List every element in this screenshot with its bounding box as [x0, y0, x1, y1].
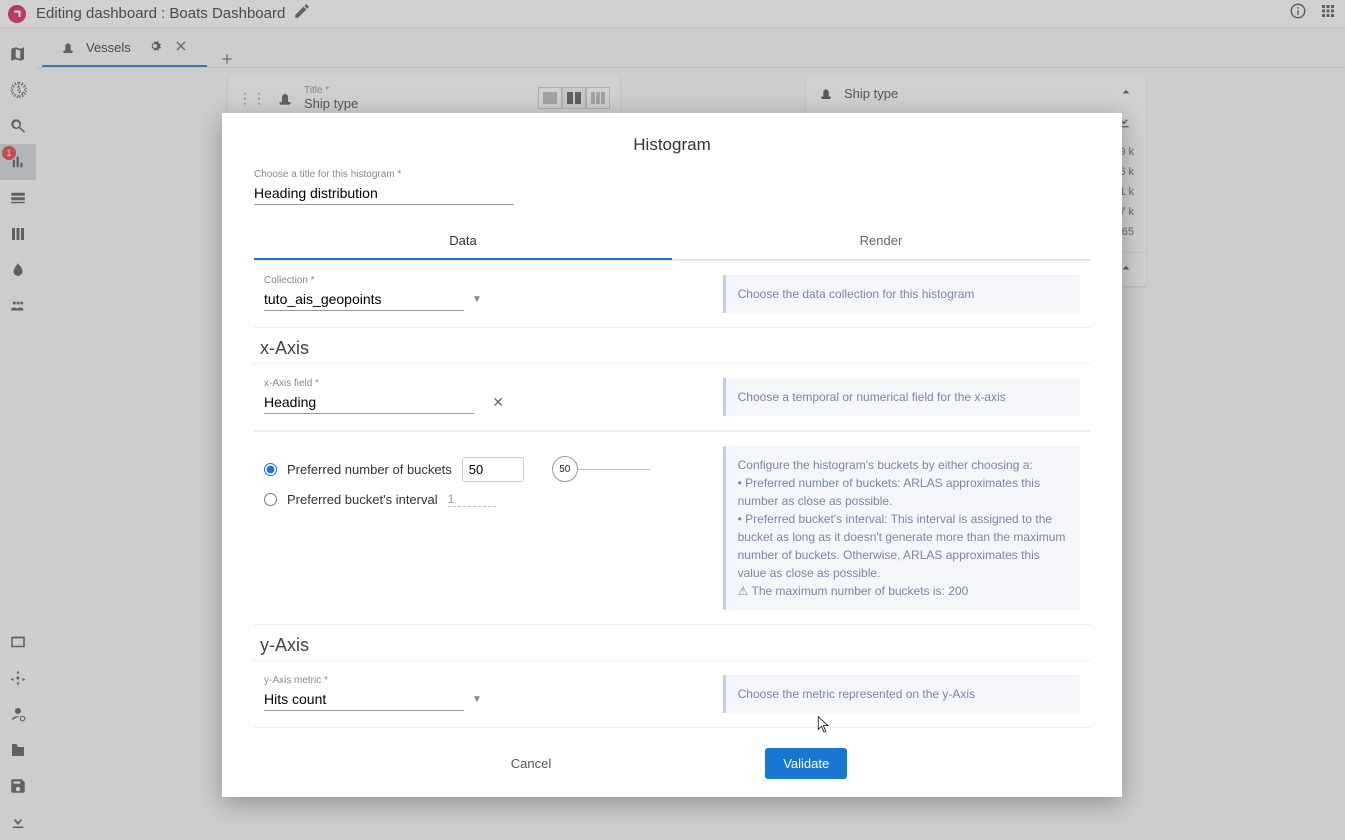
yaxis-metric-label: y-Axis metric * [264, 675, 705, 686]
collection-label: Collection * [264, 275, 705, 286]
xaxis-field-hint: Choose a temporal or numerical field for… [723, 378, 1080, 416]
slider-track [578, 469, 650, 470]
tab-data[interactable]: Data [254, 223, 672, 260]
xaxis-heading: x-Axis [254, 328, 1090, 363]
yaxis-hint: Choose the metric represented on the y-A… [723, 675, 1080, 713]
radio-interval[interactable] [264, 493, 277, 506]
chevron-down-icon[interactable]: ▼ [472, 694, 482, 705]
slider-knob[interactable]: 50 [552, 456, 578, 482]
yaxis-metric-select[interactable] [264, 688, 464, 711]
xaxis-field-label: x-Axis field * [264, 378, 705, 389]
hist-title-label: Choose a title for this histogram * [254, 169, 1090, 180]
cancel-button[interactable]: Cancel [497, 748, 565, 779]
modal-title: Histogram [222, 113, 1122, 169]
buckets-slider[interactable]: 50 [552, 456, 650, 482]
radio-interval-label: Preferred bucket's interval [287, 492, 438, 507]
histogram-modal: Histogram Choose a title for this histog… [222, 113, 1122, 797]
xaxis-field-input[interactable] [264, 391, 474, 414]
collection-hint: Choose the data collection for this hist… [723, 275, 1080, 313]
interval-input [448, 492, 496, 507]
clear-icon[interactable]: ✕ [492, 394, 504, 411]
validate-button[interactable]: Validate [765, 748, 847, 779]
yaxis-heading: y-Axis [254, 625, 1090, 660]
hist-title-input[interactable] [254, 182, 514, 205]
buckets-hint: Configure the histogram's buckets by eit… [723, 446, 1080, 610]
radio-buckets[interactable] [264, 463, 277, 476]
modal-tabs: Data Render [254, 223, 1090, 260]
radio-buckets-label: Preferred number of buckets [287, 462, 452, 477]
buckets-count-input[interactable] [462, 457, 524, 482]
collection-select[interactable] [264, 288, 464, 311]
chevron-down-icon[interactable]: ▼ [472, 294, 482, 305]
tab-render[interactable]: Render [672, 223, 1090, 260]
